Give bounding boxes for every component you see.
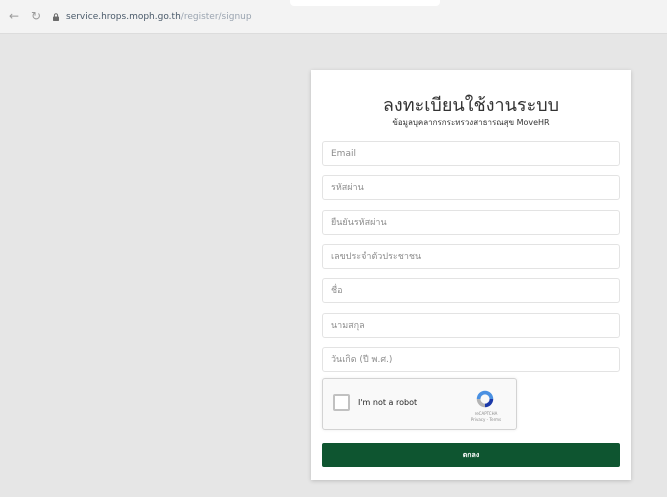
email-field[interactable]: [322, 141, 620, 166]
active-tab[interactable]: [290, 0, 440, 6]
confirm-password-field[interactable]: [322, 210, 620, 235]
lock-icon: [53, 13, 59, 21]
page-subtitle: ข้อมูลบุคลากรกระทรวงสาธารณสุข MoveHR: [392, 118, 550, 127]
url-path: /register/signup: [180, 12, 252, 22]
birthdate-field[interactable]: [322, 347, 620, 372]
reload-icon[interactable]: ↻: [31, 9, 41, 23]
recaptcha-icon: [476, 390, 494, 408]
submit-button[interactable]: ตกลง: [322, 443, 620, 467]
last-name-field[interactable]: [322, 313, 620, 338]
recaptcha-checkbox[interactable]: [333, 394, 350, 411]
recaptcha-privacy-terms[interactable]: Privacy - Terms: [463, 417, 509, 423]
url-domain: service.hrops.moph.go.th: [66, 12, 181, 22]
address-bar[interactable]: service.hrops.moph.go.th /register/signu…: [52, 9, 352, 25]
register-card: ลงทะเบียนใช้งานระบบ ข้อมูลบุคลากรกระทรวง…: [311, 70, 631, 480]
first-name-field[interactable]: [322, 278, 620, 303]
browser-toolbar: ← ↻ service.hrops.moph.go.th /register/s…: [0, 0, 667, 34]
page-title: ลงทะเบียนใช้งานระบบ: [382, 95, 560, 116]
recaptcha-widget: I'm not a robot reCAPTCHA Privacy - Term…: [322, 378, 517, 430]
back-arrow-icon[interactable]: ←: [9, 9, 19, 23]
id-card-field[interactable]: [322, 244, 620, 269]
recaptcha-brand: reCAPTCHA Privacy - Terms: [463, 411, 509, 423]
password-field[interactable]: [322, 175, 620, 200]
recaptcha-label: I'm not a robot: [358, 398, 418, 407]
